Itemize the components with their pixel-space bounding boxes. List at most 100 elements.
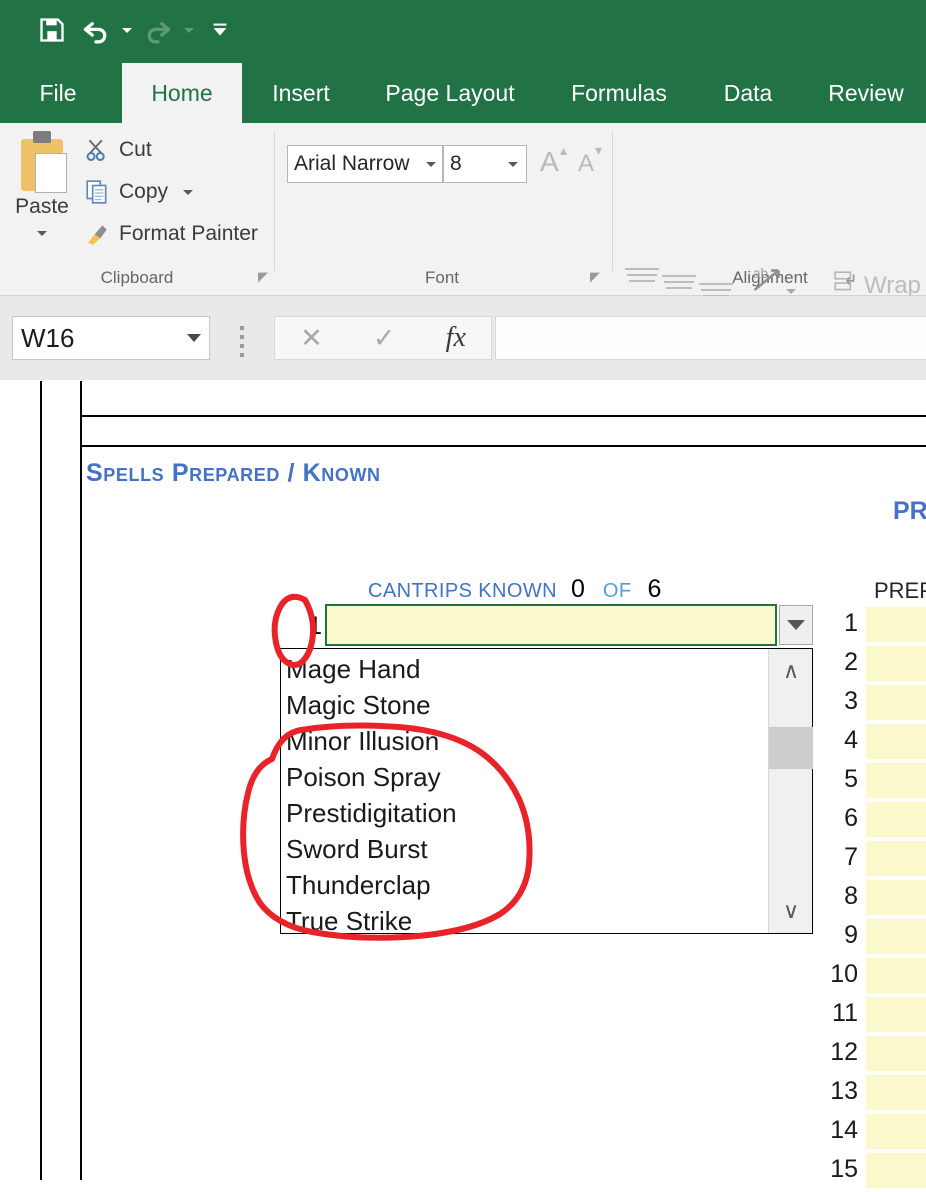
increase-font-size-label: A (540, 146, 559, 177)
prepared-spell-cell[interactable] (866, 763, 926, 802)
prepared-row-number: 13 (830, 1077, 858, 1105)
tab-formulas[interactable]: Formulas (552, 63, 686, 123)
dropdown-options: Mage Hand Magic Stone Minor Illusion Poison… (281, 649, 771, 939)
tab-review[interactable]: Review (810, 63, 922, 123)
name-box[interactable]: W16 (12, 316, 210, 360)
dropdown-option[interactable]: Magic Stone (281, 687, 771, 723)
scroll-down-button[interactable]: ∨ (769, 889, 813, 933)
dropdown-option[interactable]: Poison Spray (281, 759, 771, 795)
chevron-down-icon[interactable] (187, 334, 201, 342)
scissors-icon (84, 137, 110, 163)
cantrips-known-label: CANTRIPS KNOWN (368, 580, 557, 602)
font-name-input[interactable]: Arial Narrow (287, 145, 443, 183)
align-top-button[interactable] (625, 268, 659, 292)
prepared-spell-cell[interactable] (866, 841, 926, 880)
prepared-spell-cell[interactable] (866, 1036, 926, 1075)
cantrips-of-label: OF (602, 580, 632, 602)
prepared-spell-cell[interactable] (866, 646, 926, 685)
cantrip-dropdown-list[interactable]: Mage Hand Magic Stone Minor Illusion Poison… (280, 648, 813, 936)
tab-file[interactable]: File (22, 63, 94, 123)
cut-button[interactable]: Cut (84, 137, 152, 163)
prepared-spell-cell[interactable] (866, 1153, 926, 1192)
prepared-row-number: 4 (844, 726, 858, 754)
redo-icon (147, 22, 171, 44)
increase-font-size-button[interactable]: A ▴ (540, 142, 567, 178)
scrollbar-thumb[interactable] (769, 727, 813, 769)
prepared-spell-cell[interactable] (866, 1114, 926, 1153)
tab-data[interactable]: Data (708, 63, 788, 123)
prepared-spell-cell[interactable] (866, 685, 926, 724)
customize-quick-access-button[interactable] (198, 8, 242, 52)
cantrips-known-row: CANTRIPS KNOWN 0 OF 6 (368, 575, 661, 604)
formula-input[interactable] (495, 316, 926, 360)
dropdown-option[interactable]: True Strike (281, 903, 771, 939)
font-dialog-launcher[interactable]: ◤ (590, 269, 600, 285)
insert-function-button[interactable]: fx (446, 322, 466, 354)
prepared-row-number: 6 (844, 804, 858, 832)
save-icon (40, 18, 64, 42)
prepared-spell-cell[interactable] (866, 802, 926, 841)
prepared-spell-cell[interactable] (866, 607, 926, 646)
copy-button[interactable]: Copy (84, 179, 194, 205)
formula-action-buttons: ✕ ✓ fx (274, 316, 492, 360)
enter-button[interactable]: ✓ (373, 323, 396, 354)
quick-access-toolbar (30, 8, 242, 52)
prepared-row-number: 8 (844, 882, 858, 910)
dropdown-option[interactable]: Mage Hand (281, 651, 771, 687)
prepared-row-number: 1 (844, 609, 858, 637)
redo-dropdown-button[interactable] (180, 8, 198, 52)
dropdown-option[interactable]: Prestidigitation (281, 795, 771, 831)
formula-bar-grip[interactable] (240, 326, 244, 357)
paintbrush-icon (84, 221, 110, 247)
tab-home[interactable]: Home (122, 63, 242, 123)
copy-icon (84, 179, 110, 205)
paste-dropdown-button[interactable] (6, 223, 78, 241)
prepared-spell-cell[interactable] (866, 997, 926, 1036)
decrease-font-size-label: A (578, 150, 595, 177)
chevron-down-icon[interactable] (426, 161, 436, 167)
undo-icon (83, 22, 107, 44)
chevron-down-icon[interactable] (183, 189, 194, 195)
chevron-down-icon[interactable] (508, 161, 518, 167)
cantrip-combo-dropdown-button[interactable] (779, 605, 813, 645)
sheet-border-line (80, 415, 926, 417)
undo-dropdown-button[interactable] (118, 8, 136, 52)
redo-button[interactable] (136, 8, 180, 52)
paste-button[interactable]: Paste (6, 131, 78, 241)
prepared-spell-cell[interactable] (866, 724, 926, 763)
text-orientation-icon: ab (753, 266, 780, 291)
dropdown-scrollbar[interactable]: ∧ ∨ (768, 649, 813, 933)
cantrips-max-value: 6 (647, 575, 662, 603)
prepared-spell-cell[interactable] (866, 880, 926, 919)
format-painter-button[interactable]: Format Painter (84, 221, 258, 247)
prepared-spell-cell[interactable] (866, 919, 926, 958)
undo-button[interactable] (74, 8, 118, 52)
cancel-button[interactable]: ✕ (300, 323, 323, 354)
dropdown-option[interactable]: Minor Illusion (281, 723, 771, 759)
cut-label: Cut (119, 138, 152, 161)
chevron-down-icon (37, 231, 47, 236)
prepared-row-number: 12 (830, 1038, 858, 1066)
format-painter-label: Format Painter (119, 222, 258, 245)
cantrip-combo-input[interactable] (325, 604, 777, 646)
prepared-section-label: PR (893, 497, 926, 525)
tab-page-layout[interactable]: Page Layout (372, 63, 528, 123)
dropdown-option[interactable]: Sword Burst (281, 831, 771, 867)
prepared-spell-cell[interactable] (866, 958, 926, 997)
prepared-spell-cell[interactable] (866, 1075, 926, 1114)
caret-up-icon: ▴ (560, 142, 568, 158)
prepared-spell-cells[interactable] (866, 607, 926, 1192)
prepared-row-number: 3 (844, 687, 858, 715)
font-size-input[interactable]: 8 (443, 145, 527, 183)
group-divider (612, 131, 613, 271)
font-name-value: Arial Narrow (294, 152, 410, 175)
save-button[interactable] (30, 8, 74, 52)
group-divider (274, 131, 275, 271)
tab-insert[interactable]: Insert (254, 63, 348, 123)
decrease-font-size-button[interactable]: A ▾ (578, 142, 602, 178)
customize-qat-icon (213, 23, 227, 36)
scroll-up-button[interactable]: ∧ (769, 649, 813, 693)
sheet-border-line (40, 381, 42, 1180)
clipboard-dialog-launcher[interactable]: ◤ (258, 269, 268, 285)
dropdown-option[interactable]: Thunderclap (281, 867, 771, 903)
